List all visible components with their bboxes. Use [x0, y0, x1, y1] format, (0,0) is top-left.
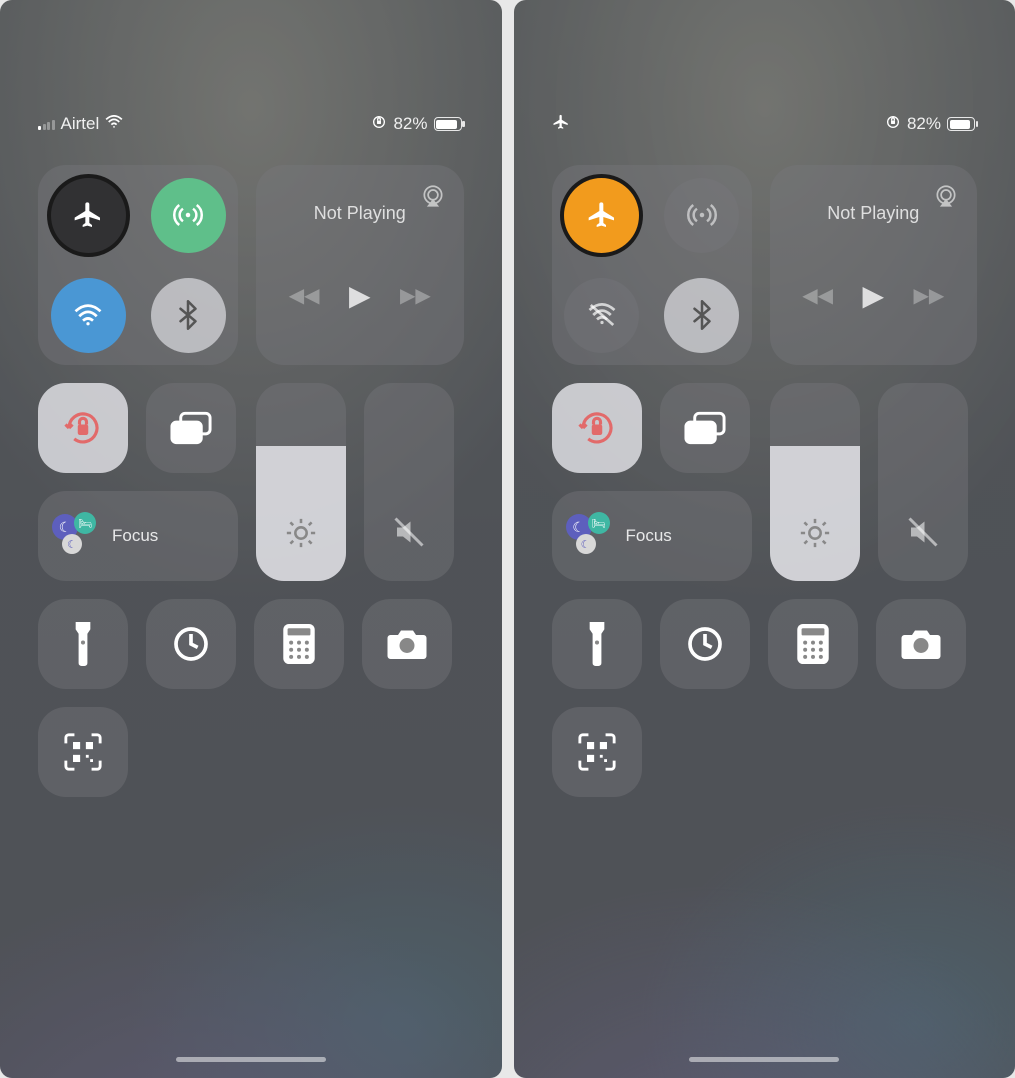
home-indicator[interactable] — [689, 1057, 839, 1062]
qr-scanner-button[interactable] — [38, 707, 128, 797]
qr-code-icon — [63, 732, 103, 772]
connectivity-group[interactable] — [38, 165, 238, 365]
battery-percent: 82% — [393, 114, 427, 134]
calculator-icon — [797, 624, 829, 664]
timer-icon — [685, 624, 725, 664]
wifi-toggle[interactable] — [51, 278, 126, 353]
rotation-lock-status-icon — [371, 114, 387, 135]
focus-label: Focus — [626, 526, 672, 546]
qr-scanner-button[interactable] — [552, 707, 642, 797]
focus-button[interactable]: ☾🛏☾ Focus — [552, 491, 752, 581]
cellular-data-toggle[interactable] — [151, 178, 226, 253]
screen-mirroring-icon — [683, 410, 727, 446]
control-center-pane-right: 82% Not Playing — [514, 0, 1015, 1078]
battery-icon — [434, 117, 462, 131]
timer-button[interactable] — [660, 599, 750, 689]
qr-code-icon — [577, 732, 617, 772]
battery-icon — [947, 117, 975, 131]
bluetooth-toggle[interactable] — [664, 278, 739, 353]
airplane-status-icon — [552, 113, 570, 136]
wifi-off-icon — [587, 302, 617, 328]
airplane-mode-toggle[interactable] — [564, 178, 639, 253]
wifi-icon — [73, 303, 103, 327]
volume-slider[interactable] — [364, 383, 454, 581]
control-center-pane-left: Airtel 82% — [0, 0, 502, 1078]
volume-slider[interactable] — [878, 383, 968, 581]
rotation-lock-status-icon — [885, 114, 901, 135]
battery-percent: 82% — [907, 114, 941, 134]
play-button[interactable]: ▶ — [862, 279, 884, 312]
status-bar: Airtel 82% — [0, 110, 502, 138]
calculator-button[interactable] — [768, 599, 858, 689]
volume-mute-icon — [905, 514, 941, 555]
carrier-label: Airtel — [61, 114, 100, 134]
camera-icon — [900, 627, 942, 661]
forward-button[interactable]: ▶▶ — [913, 283, 944, 308]
status-bar: 82% — [514, 110, 1015, 138]
flashlight-icon — [585, 622, 609, 666]
focus-modes-icon: ☾🛏☾ — [566, 512, 614, 560]
rewind-button[interactable]: ◀◀ — [289, 283, 320, 308]
bluetooth-icon — [692, 300, 712, 330]
home-indicator[interactable] — [176, 1057, 326, 1062]
orientation-lock-button[interactable] — [552, 383, 642, 473]
brightness-icon — [798, 516, 832, 555]
brightness-slider[interactable] — [770, 383, 860, 581]
connectivity-group[interactable] — [552, 165, 752, 365]
airplane-icon — [72, 199, 104, 231]
camera-button[interactable] — [362, 599, 452, 689]
calculator-button[interactable] — [254, 599, 344, 689]
brightness-icon — [284, 516, 318, 555]
timer-icon — [171, 624, 211, 664]
airplane-icon — [586, 199, 618, 231]
media-controls-group[interactable]: Not Playing ◀◀ ▶ ▶▶ — [770, 165, 978, 365]
media-controls-group[interactable]: Not Playing ◀◀ ▶ ▶▶ — [256, 165, 464, 365]
focus-button[interactable]: ☾🛏☾ Focus — [38, 491, 238, 581]
orientation-lock-button[interactable] — [38, 383, 128, 473]
focus-modes-icon: ☾🛏☾ — [52, 512, 100, 560]
airplay-icon[interactable] — [933, 183, 959, 214]
screen-mirroring-button[interactable] — [146, 383, 236, 473]
rotation-lock-icon — [576, 407, 618, 449]
bluetooth-icon — [178, 300, 198, 330]
camera-button[interactable] — [876, 599, 966, 689]
rotation-lock-icon — [62, 407, 104, 449]
wifi-status-icon — [105, 114, 123, 134]
cellular-antenna-icon — [173, 200, 203, 230]
flashlight-icon — [71, 622, 95, 666]
screen-mirroring-button[interactable] — [660, 383, 750, 473]
forward-button[interactable]: ▶▶ — [400, 283, 431, 308]
flashlight-button[interactable] — [552, 599, 642, 689]
camera-icon — [386, 627, 428, 661]
play-button[interactable]: ▶ — [349, 279, 371, 312]
focus-label: Focus — [112, 526, 158, 546]
cellular-antenna-icon — [687, 200, 717, 230]
brightness-slider[interactable] — [256, 383, 346, 581]
airplay-icon[interactable] — [420, 183, 446, 214]
volume-mute-icon — [391, 514, 427, 555]
flashlight-button[interactable] — [38, 599, 128, 689]
rewind-button[interactable]: ◀◀ — [802, 283, 833, 308]
bluetooth-toggle[interactable] — [151, 278, 226, 353]
airplane-mode-toggle[interactable] — [51, 178, 126, 253]
cellular-data-toggle[interactable] — [664, 178, 739, 253]
calculator-icon — [283, 624, 315, 664]
timer-button[interactable] — [146, 599, 236, 689]
wifi-toggle[interactable] — [564, 278, 639, 353]
cellular-signal-icon — [38, 119, 55, 130]
screen-mirroring-icon — [169, 410, 213, 446]
